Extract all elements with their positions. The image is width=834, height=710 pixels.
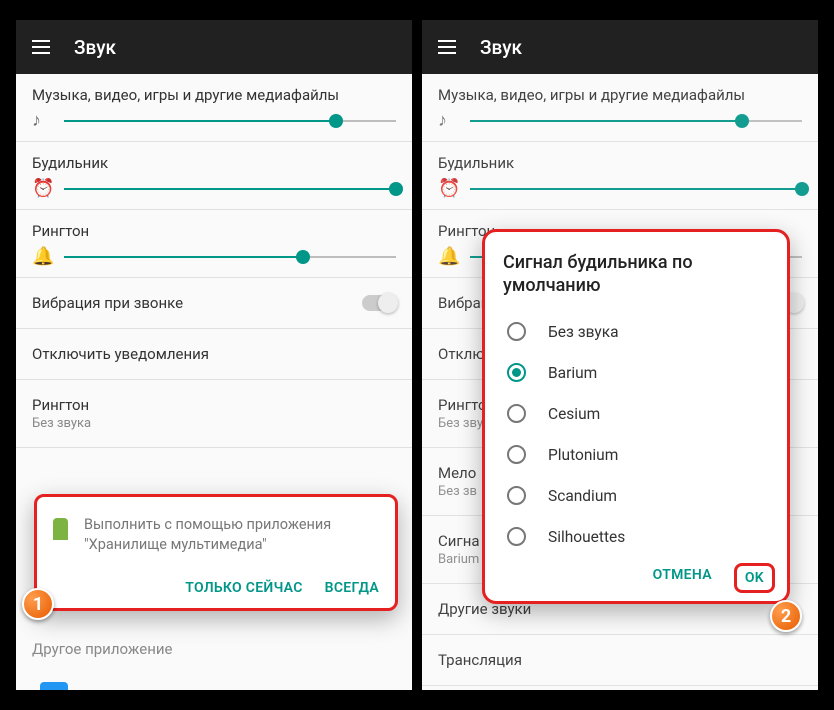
ring-slider[interactable] — [64, 247, 396, 267]
ok-button[interactable]: OK — [734, 563, 775, 593]
content-left: Музыка, видео, игры и другие медиафайлы … — [16, 74, 412, 690]
bell-icon: 🔔 — [32, 246, 52, 267]
always-button[interactable]: ВСЕГДА — [325, 580, 379, 596]
radio-icon — [507, 322, 526, 341]
phone-left: Звук Музыка, видео, игры и другие медиаф… — [16, 20, 412, 690]
radio-icon — [507, 486, 526, 505]
dialog-title: Сигнал будильника по умолчанию — [503, 252, 769, 297]
bell-icon: 🔔 — [438, 246, 458, 267]
music-note-icon: ♪ — [32, 110, 52, 131]
radio-icon — [507, 404, 526, 423]
music-note-icon: ♪ — [438, 110, 458, 131]
radio-label: Barium — [548, 364, 597, 382]
slider-ring: Рингтон 🔔 — [16, 210, 412, 278]
slider-media: Музыка, видео, игры и другие медиафайлы … — [16, 74, 412, 142]
content-right: Музыка, видео, игры и другие медиафайлы … — [422, 74, 818, 690]
radio-option[interactable]: Cesium — [503, 393, 769, 434]
slider-alarm: Будильник ⏰ — [16, 142, 412, 210]
android-icon — [53, 518, 68, 540]
callout-1: 1 — [22, 588, 54, 620]
appbar: Звук — [16, 20, 412, 74]
alarm-icon: ⏰ — [438, 178, 458, 199]
slider-alarm: Будильник ⏰ — [422, 142, 818, 210]
setting-cast[interactable]: Трансляция — [422, 635, 818, 686]
radio-label: Silhouettes — [548, 528, 625, 546]
other-app-label: Другое приложение — [32, 640, 172, 658]
app-list: ES Проводник Amaze — [32, 670, 396, 690]
menu-icon[interactable] — [32, 40, 50, 54]
radio-icon — [507, 445, 526, 464]
radio-list: Без звука Barium Cesium Plutonium Scandium Si… — [503, 311, 769, 557]
radio-icon — [507, 363, 526, 382]
app-es[interactable]: ES Проводник — [32, 670, 396, 690]
es-icon — [40, 682, 68, 690]
callout-2: 2 — [770, 600, 802, 632]
appbar-title: Звук — [74, 36, 116, 59]
cancel-button[interactable]: ОТМЕНА — [653, 567, 712, 589]
appbar: Звук — [422, 20, 818, 74]
radio-option[interactable]: Scandium — [503, 475, 769, 516]
alarm-ringtone-dialog: Сигнал будильника по умолчанию Без звука… — [482, 229, 790, 604]
radio-label: Без звука — [548, 323, 619, 341]
just-once-button[interactable]: ТОЛЬКО СЕЙЧАС — [185, 580, 302, 596]
radio-option[interactable]: Plutonium — [503, 434, 769, 475]
setting-ringtone[interactable]: Рингтон Без звука — [16, 380, 412, 448]
setting-disable-notif[interactable]: Отключить уведомления — [16, 329, 412, 380]
alarm-slider[interactable] — [64, 179, 396, 199]
phone-right: Звук Музыка, видео, игры и другие медиаф… — [422, 20, 818, 690]
slider-media: Музыка, видео, игры и другие медиафайлы … — [422, 74, 818, 142]
radio-label: Cesium — [548, 405, 600, 423]
setting-vibrate[interactable]: Вибрация при звонке — [16, 278, 412, 329]
dialog-text: Выполнить с помощью приложения "Хранилищ… — [84, 515, 379, 554]
switch-icon[interactable] — [362, 295, 396, 311]
open-with-dialog: Выполнить с помощью приложения "Хранилищ… — [34, 494, 398, 611]
radio-option[interactable]: Barium — [503, 352, 769, 393]
alarm-icon: ⏰ — [32, 178, 52, 199]
radio-icon — [507, 527, 526, 546]
radio-option[interactable]: Без звука — [503, 311, 769, 352]
radio-option[interactable]: Silhouettes — [503, 516, 769, 557]
radio-label: Scandium — [548, 487, 617, 505]
radio-label: Plutonium — [548, 446, 618, 464]
appbar-title: Звук — [480, 36, 522, 59]
menu-icon[interactable] — [438, 40, 456, 54]
media-slider[interactable] — [64, 111, 396, 131]
